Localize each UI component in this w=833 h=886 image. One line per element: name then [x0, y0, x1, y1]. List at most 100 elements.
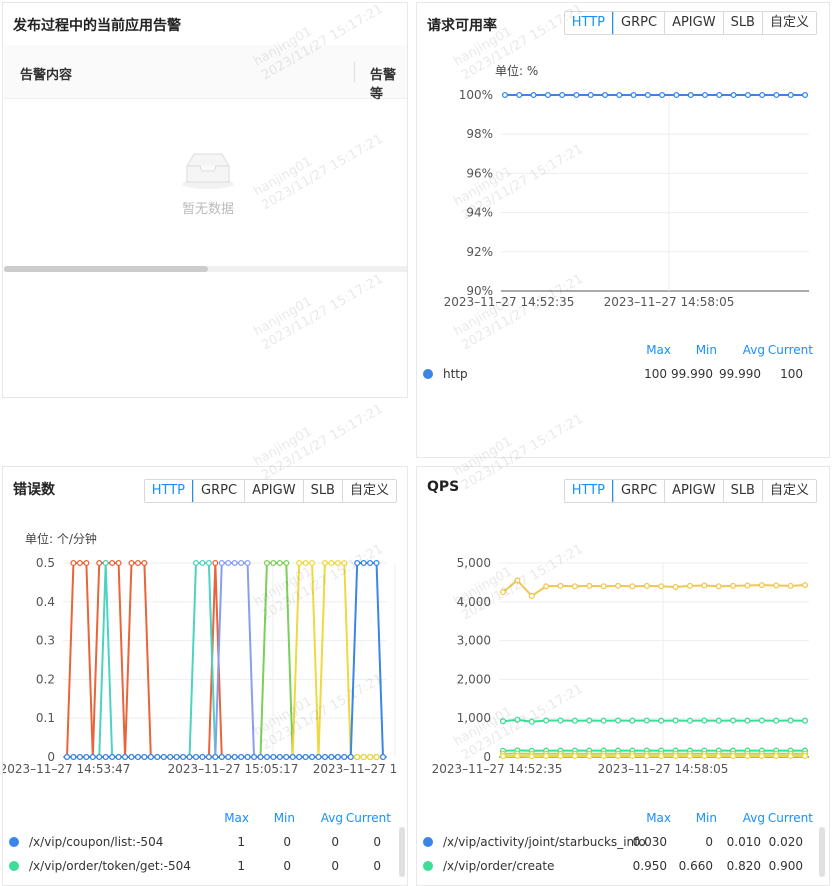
- column-divider[interactable]: [354, 62, 355, 82]
- data-point: [774, 754, 779, 759]
- legend-value: 0.020: [769, 835, 803, 849]
- empty-state: 暂无数据: [173, 148, 243, 217]
- legend-value: 0: [705, 835, 713, 849]
- data-point: [303, 755, 308, 760]
- data-point: [142, 561, 147, 566]
- data-point: [688, 754, 693, 759]
- data-point: [558, 754, 563, 759]
- data-point: [297, 561, 302, 566]
- col-alert-level[interactable]: 告警等: [370, 64, 408, 102]
- legend-header: Current: [768, 811, 813, 825]
- data-point: [659, 718, 664, 723]
- legend-header: Min: [274, 811, 295, 825]
- availability-chart[interactable]: 单位: %90%92%94%96%98%100%2023–11–27 14:52…: [417, 3, 830, 323]
- data-point: [702, 754, 707, 759]
- data-point: [323, 561, 328, 566]
- legend-series-name[interactable]: /x/vip/order/create: [443, 859, 554, 873]
- data-point: [731, 93, 736, 98]
- data-point: [515, 578, 520, 583]
- data-point: [194, 755, 199, 760]
- data-point: [573, 754, 578, 759]
- data-point: [544, 754, 549, 759]
- scrollbar-thumb[interactable]: [4, 266, 208, 272]
- data-point: [630, 584, 635, 589]
- data-point: [123, 755, 128, 760]
- errors-chart[interactable]: 单位: 个/分钟00.10.20.30.40.52023–11–27 14:53…: [3, 467, 408, 787]
- data-point: [297, 755, 302, 760]
- legend-series-name[interactable]: /x/vip/coupon/list:-504: [29, 835, 163, 849]
- y-tick-label: 0.1: [36, 711, 55, 725]
- legend-header: Max: [646, 343, 671, 357]
- data-point: [745, 583, 750, 588]
- data-point: [355, 561, 360, 566]
- legend-scrollbar[interactable]: [819, 827, 825, 877]
- data-point: [245, 561, 250, 566]
- errors-panel: 错误数 HTTP GRPC APIGW SLB 自定义 单位: 个/分钟00.1…: [2, 466, 408, 886]
- data-point: [630, 754, 635, 759]
- data-point: [759, 583, 764, 588]
- data-point: [361, 561, 366, 566]
- data-point: [374, 755, 379, 760]
- legend-value: 100: [644, 367, 667, 381]
- data-point: [136, 755, 141, 760]
- data-point: [601, 754, 606, 759]
- data-point: [232, 755, 237, 760]
- legend-series-name[interactable]: /x/vip/activity/joint/starbucks_info: [443, 835, 646, 849]
- data-point: [630, 718, 635, 723]
- data-point: [290, 755, 295, 760]
- data-point: [673, 754, 678, 759]
- y-tick-label: 0.5: [36, 556, 55, 570]
- data-point: [348, 755, 353, 760]
- legend-series-name[interactable]: /x/vip/order/token/get:-504: [29, 859, 191, 873]
- data-point: [731, 718, 736, 723]
- data-point: [77, 755, 82, 760]
- legend-header: Avg: [321, 811, 343, 825]
- data-point: [688, 718, 693, 723]
- data-point: [731, 583, 736, 588]
- legend-header: Min: [696, 343, 717, 357]
- data-point: [284, 561, 289, 566]
- x-tick-label: 2023–11–27 14:58:05: [598, 762, 729, 776]
- legend-scrollbar[interactable]: [399, 827, 405, 877]
- data-point: [803, 718, 808, 723]
- col-alert-content[interactable]: 告警内容: [20, 64, 72, 83]
- data-point: [110, 755, 115, 760]
- y-tick-label: 3,000: [457, 634, 491, 648]
- legend-header: Avg: [743, 811, 765, 825]
- legend-value: 100: [780, 367, 803, 381]
- legend-value: 0.030: [633, 835, 667, 849]
- data-point: [544, 718, 549, 723]
- data-point: [65, 755, 70, 760]
- data-point: [529, 754, 534, 759]
- data-point: [703, 93, 708, 98]
- legend-series-name[interactable]: http: [443, 367, 468, 381]
- data-point: [515, 717, 520, 722]
- data-point: [558, 583, 563, 588]
- legend-header: Max: [646, 811, 671, 825]
- y-tick-label: 98%: [466, 127, 493, 141]
- data-point: [588, 93, 593, 98]
- legend-header: Min: [696, 811, 717, 825]
- data-point: [310, 755, 315, 760]
- data-point: [603, 93, 608, 98]
- series-line-teal: [67, 563, 383, 757]
- data-point: [745, 754, 750, 759]
- legend-color-dot[interactable]: [423, 861, 433, 871]
- legend-color-dot[interactable]: [9, 837, 19, 847]
- data-point: [97, 561, 102, 566]
- data-point: [148, 755, 153, 760]
- legend-color-dot[interactable]: [9, 861, 19, 871]
- data-point: [329, 561, 334, 566]
- data-point: [702, 718, 707, 723]
- qps-chart[interactable]: 01,0002,0003,0004,0005,0002023–11–27 14:…: [417, 467, 830, 787]
- legend-color-dot[interactable]: [423, 369, 433, 379]
- data-point: [702, 583, 707, 588]
- data-point: [558, 718, 563, 723]
- data-point: [759, 754, 764, 759]
- y-tick-label: 0.3: [36, 634, 55, 648]
- empty-inbox-icon: [178, 148, 238, 190]
- legend-color-dot[interactable]: [423, 837, 433, 847]
- series-line-green: [67, 563, 383, 757]
- table-horizontal-scrollbar[interactable]: [4, 266, 408, 272]
- data-point: [688, 93, 693, 98]
